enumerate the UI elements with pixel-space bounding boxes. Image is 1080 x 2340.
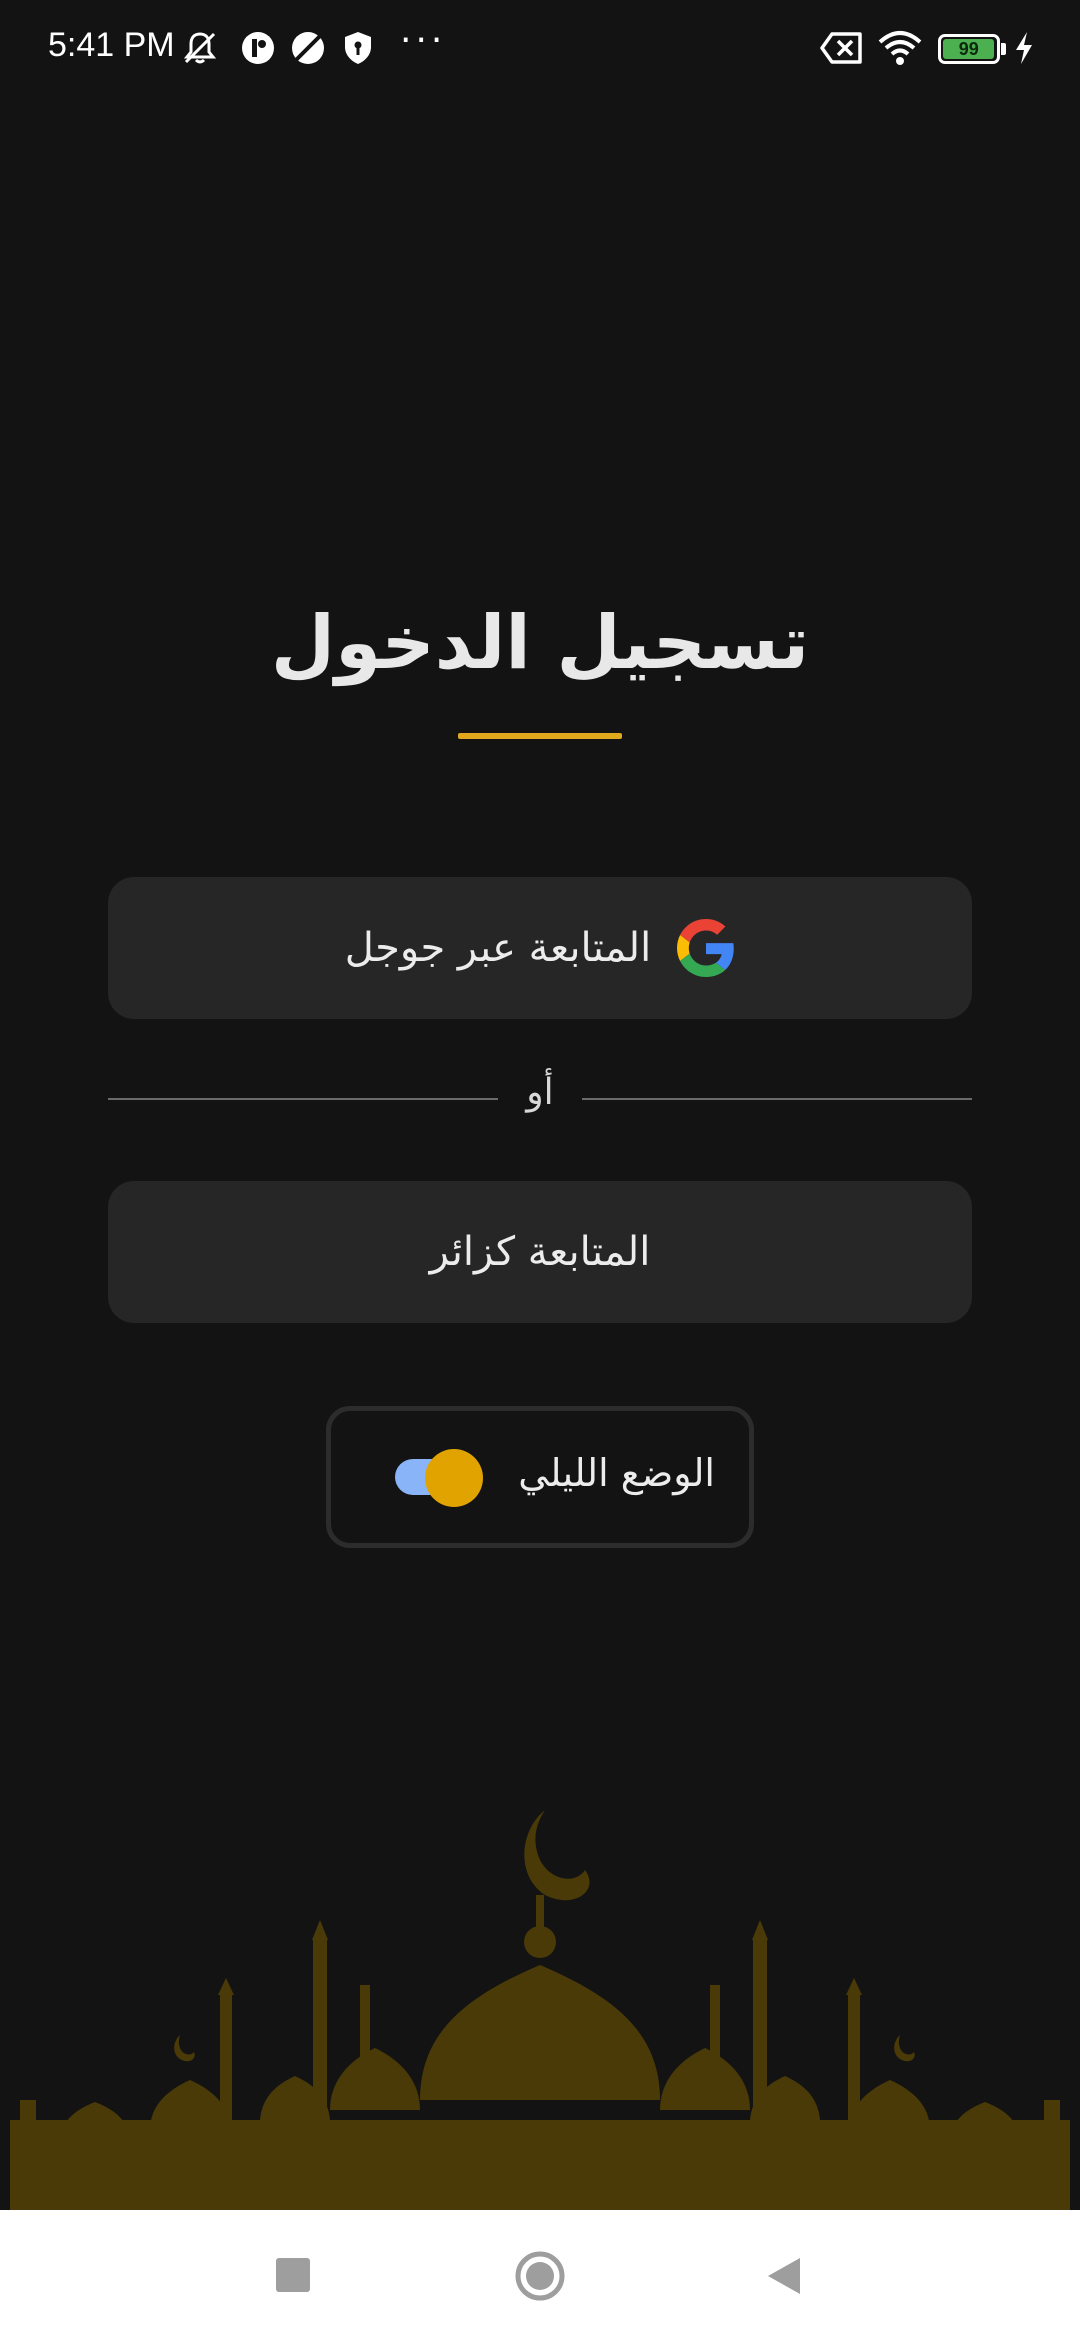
wifi-icon bbox=[878, 31, 922, 65]
toggle-knob bbox=[425, 1449, 483, 1507]
shield-icon bbox=[345, 32, 371, 64]
status-time: 5:41 PM bbox=[48, 26, 175, 64]
mute-icon bbox=[183, 32, 217, 64]
night-mode-label: الوضع الليلي bbox=[518, 1451, 715, 1495]
app-icon bbox=[242, 32, 274, 64]
sim-off-icon bbox=[820, 32, 862, 64]
divider-or-label: أو bbox=[526, 1072, 554, 1113]
more-icon: ··· bbox=[400, 20, 447, 61]
divider-line-left bbox=[108, 1098, 498, 1100]
login-screen: 5:41 PM ··· 99 تسجيل الدخول المتابعة عبر… bbox=[0, 0, 1080, 2340]
divider-line-right bbox=[582, 1098, 972, 1100]
back-button[interactable] bbox=[764, 2254, 804, 2298]
night-mode-container: الوضع الليلي bbox=[326, 1406, 754, 1548]
vpn-icon bbox=[292, 32, 324, 64]
navigation-bar bbox=[0, 2210, 1080, 2340]
google-signin-button[interactable]: المتابعة عبر جوجل bbox=[108, 877, 972, 1019]
battery-cap bbox=[1001, 43, 1006, 55]
google-icon bbox=[677, 919, 734, 977]
charging-icon bbox=[1016, 32, 1032, 64]
night-mode-toggle[interactable] bbox=[395, 1449, 483, 1507]
home-button[interactable] bbox=[514, 2250, 566, 2302]
title-underline bbox=[458, 733, 622, 739]
google-signin-label: المتابعة عبر جوجل bbox=[344, 925, 652, 971]
guest-continue-button[interactable]: المتابعة كزائر bbox=[108, 1181, 972, 1323]
recents-button[interactable] bbox=[276, 2258, 310, 2292]
guest-continue-label: المتابعة كزائر bbox=[429, 1229, 651, 1275]
page-title: تسجيل الدخول bbox=[270, 600, 810, 686]
mosque-silhouette-icon bbox=[10, 1810, 1070, 2210]
status-bar: 5:41 PM ··· 99 bbox=[0, 0, 1080, 100]
battery-icon: 99 bbox=[938, 34, 1000, 64]
battery-level: 99 bbox=[943, 39, 995, 59]
